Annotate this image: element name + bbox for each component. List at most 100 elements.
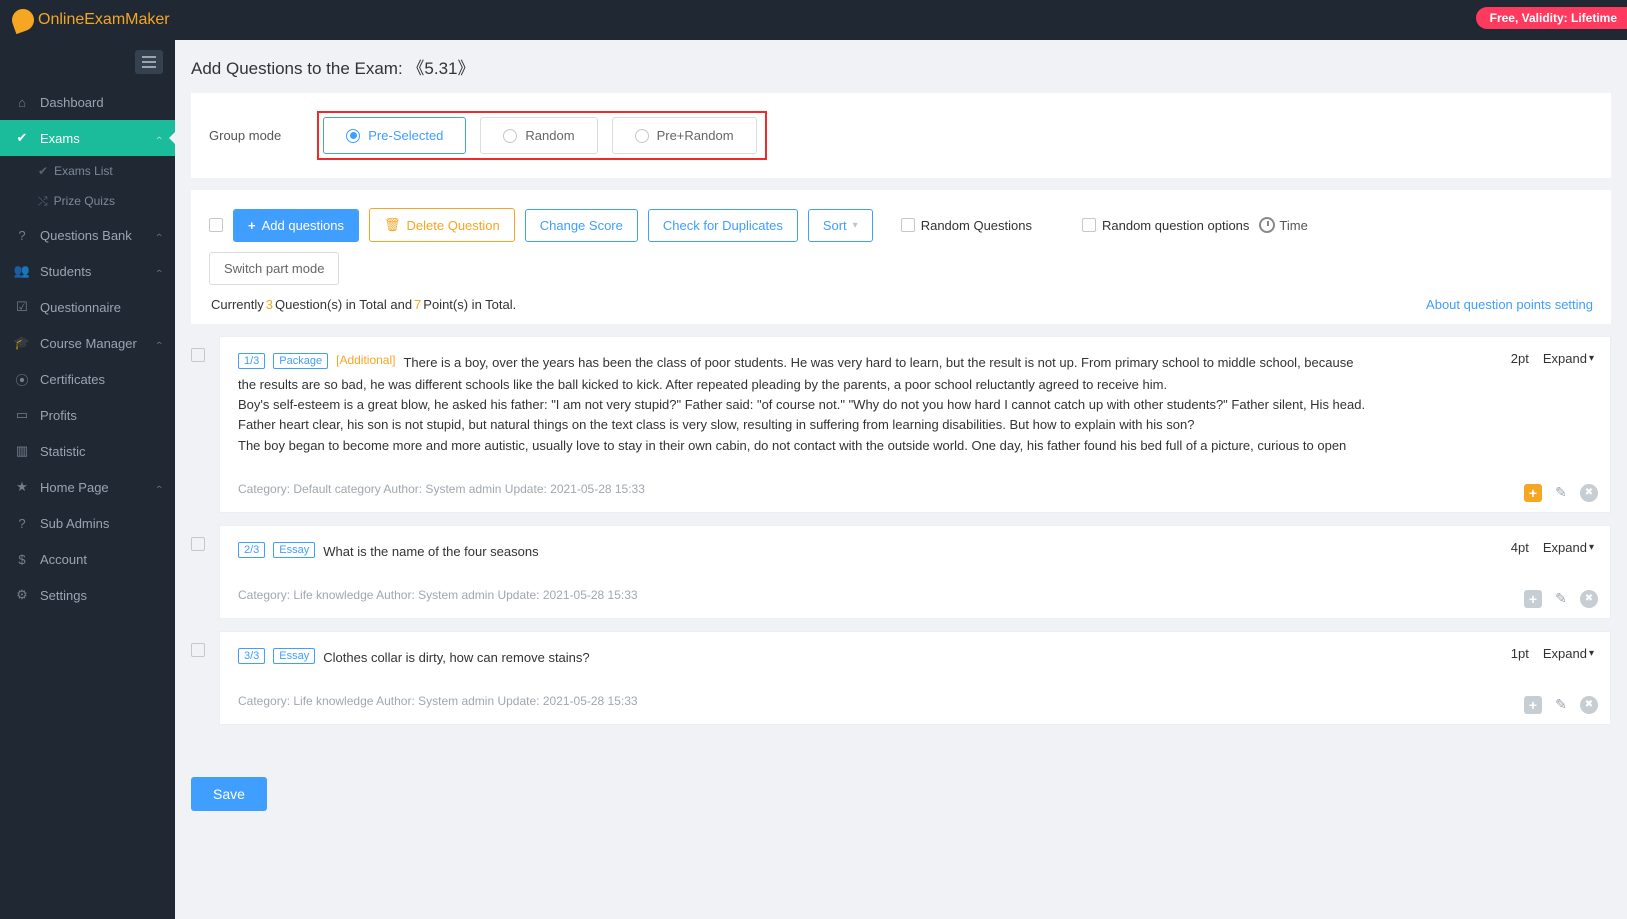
question-points: 4pt <box>1511 540 1529 555</box>
seal-icon: ⦿ <box>14 371 30 387</box>
add-similar-icon[interactable]: + <box>1524 484 1542 502</box>
sidebar-item-sub-admins[interactable]: ? Sub Admins <box>0 505 175 541</box>
points-setting-link[interactable]: About question points setting <box>1426 297 1593 312</box>
radio-icon <box>346 129 360 143</box>
users-icon: 👥 <box>14 263 30 279</box>
question-points: 1pt <box>1511 646 1529 661</box>
add-questions-button[interactable]: + Add questions <box>233 209 359 242</box>
sidebar-item-label: Questionnaire <box>40 300 121 315</box>
edit-icon[interactable]: ✎ <box>1552 484 1570 502</box>
question-row: 1/3Package[Additional]There is a boy, ov… <box>191 336 1611 513</box>
switch-part-mode-button[interactable]: Switch part mode <box>209 252 339 285</box>
check-duplicates-button[interactable]: Check for Duplicates <box>648 209 798 242</box>
random-questions-checkbox[interactable]: Random Questions <box>901 218 1032 233</box>
chevron-down-icon: ▾ <box>1589 648 1594 659</box>
add-similar-icon[interactable]: + <box>1524 590 1542 608</box>
question-points: 2pt <box>1511 351 1529 366</box>
question-body-text: the results are so bad, he was different… <box>238 375 1592 456</box>
radio-icon <box>503 129 517 143</box>
time-button[interactable]: Time <box>1259 217 1307 233</box>
question-index-badge: 2/3 <box>238 542 265 558</box>
question-meta: Category: Life knowledge Author: System … <box>238 694 1592 708</box>
question-head-text: There is a boy, over the years has been … <box>403 353 1353 373</box>
sidebar-item-label: Statistic <box>40 444 86 459</box>
add-similar-icon[interactable]: + <box>1524 696 1542 714</box>
sidebar-subitem-prize-quizs[interactable]: ⤭Prize Quizs <box>0 186 175 217</box>
question-meta: Category: Default category Author: Syste… <box>238 482 1592 496</box>
plus-icon: + <box>248 218 256 233</box>
group-mode-panel: Group mode Pre-SelectedRandomPre+Random <box>191 93 1611 178</box>
logo-icon <box>9 6 37 34</box>
clock-icon <box>1259 217 1275 233</box>
remove-icon[interactable]: ✖ <box>1580 484 1598 502</box>
chevron-down-icon: ▾ <box>853 220 858 231</box>
chevron-down-icon: ▾ <box>1589 353 1594 364</box>
graduation-icon: 🎓 <box>14 335 30 351</box>
promo-badge[interactable]: Free, Validity: Lifetime <box>1476 7 1627 29</box>
sidebar-item-questions-bank[interactable]: ? Questions Bank ‹ <box>0 217 175 253</box>
question-checkbox[interactable] <box>191 348 205 362</box>
app-header: OnlineExamMaker Free, Validity: Lifetime <box>0 0 1627 40</box>
expand-button[interactable]: Expand▾ <box>1543 351 1594 366</box>
sidebar: ⌂Dashboard ✔ Exams ‹ ✔Exams List⤭Prize Quizs… <box>0 40 175 919</box>
edit-icon[interactable]: ✎ <box>1552 696 1570 714</box>
sidebar-item-label: Sub Admins <box>40 516 109 531</box>
question-row: 3/3EssayClothes collar is dirty, how can… <box>191 631 1611 725</box>
change-score-button[interactable]: Change Score <box>525 209 638 242</box>
help-circle-icon: ? <box>14 515 30 531</box>
edit-icon[interactable]: ✎ <box>1552 590 1570 608</box>
chevron-icon: ‹ <box>153 341 165 345</box>
question-checkbox[interactable] <box>191 643 205 657</box>
remove-icon[interactable]: ✖ <box>1580 696 1598 714</box>
select-all-checkbox[interactable] <box>209 218 223 232</box>
sidebar-item-label: Certificates <box>40 372 105 387</box>
sub-icon: ✔ <box>38 164 48 178</box>
save-button[interactable]: Save <box>191 777 267 811</box>
delete-question-button[interactable]: 🗑 Delete Question <box>369 208 515 242</box>
radio-icon <box>635 129 649 143</box>
sidebar-item-certificates[interactable]: ⦿ Certificates <box>0 361 175 397</box>
main-content: Add Questions to the Exam: 《5.31》 Group … <box>175 40 1627 919</box>
chevron-icon: ‹ <box>153 233 165 237</box>
group-mode-option-random[interactable]: Random <box>480 117 597 154</box>
chevron-icon: ‹ <box>153 136 165 140</box>
question-row: 2/3EssayWhat is the name of the four sea… <box>191 525 1611 619</box>
sidebar-item-questionnaire[interactable]: ☑Questionnaire <box>0 289 175 325</box>
help-circle-icon: ? <box>14 227 30 243</box>
group-mode-option-pre-random[interactable]: Pre+Random <box>612 117 757 154</box>
question-card: 3/3EssayClothes collar is dirty, how can… <box>219 631 1611 725</box>
brand-text: OnlineExamMaker <box>38 11 170 29</box>
sidebar-item-label: Questions Bank <box>40 228 132 243</box>
sidebar-item-label: Settings <box>40 588 87 603</box>
sidebar-item-account[interactable]: $Account <box>0 541 175 577</box>
sidebar-item-label: Exams <box>40 131 80 146</box>
trash-icon: 🗑 <box>384 217 401 233</box>
remove-icon[interactable]: ✖ <box>1580 590 1598 608</box>
sidebar-item-exams[interactable]: ✔Exams‹ <box>0 120 175 156</box>
question-checkbox[interactable] <box>191 537 205 551</box>
home-icon: ⌂ <box>14 94 30 110</box>
sidebar-toggle-button[interactable] <box>135 50 163 74</box>
expand-button[interactable]: Expand▾ <box>1543 646 1594 661</box>
sidebar-subitem-exams-list[interactable]: ✔Exams List <box>0 156 175 186</box>
brand-logo[interactable]: OnlineExamMaker <box>12 9 170 31</box>
sidebar-item-settings[interactable]: ⚙Settings <box>0 577 175 613</box>
additional-label: [Additional] <box>336 353 395 367</box>
sort-button[interactable]: Sort ▾ <box>808 209 873 242</box>
star-icon: ★ <box>14 479 30 495</box>
question-index-badge: 1/3 <box>238 353 265 369</box>
question-meta: Category: Life knowledge Author: System … <box>238 588 1592 602</box>
chevron-icon: ‹ <box>153 485 165 489</box>
sidebar-item-home-page[interactable]: ★Home Page‹ <box>0 469 175 505</box>
sidebar-item-profits[interactable]: ▭Profits <box>0 397 175 433</box>
sidebar-item-course-manager[interactable]: 🎓Course Manager‹ <box>0 325 175 361</box>
sidebar-item-label: Profits <box>40 408 77 423</box>
expand-button[interactable]: Expand▾ <box>1543 540 1594 555</box>
sidebar-item-dashboard[interactable]: ⌂Dashboard <box>0 84 175 120</box>
sidebar-item-students[interactable]: 👥Students‹ <box>0 253 175 289</box>
question-card: 2/3EssayWhat is the name of the four sea… <box>219 525 1611 619</box>
group-mode-option-pre-selected[interactable]: Pre-Selected <box>323 117 466 154</box>
question-index-badge: 3/3 <box>238 648 265 664</box>
random-options-checkbox[interactable]: Random question options <box>1082 218 1249 233</box>
sidebar-item-statistic[interactable]: ▥Statistic <box>0 433 175 469</box>
